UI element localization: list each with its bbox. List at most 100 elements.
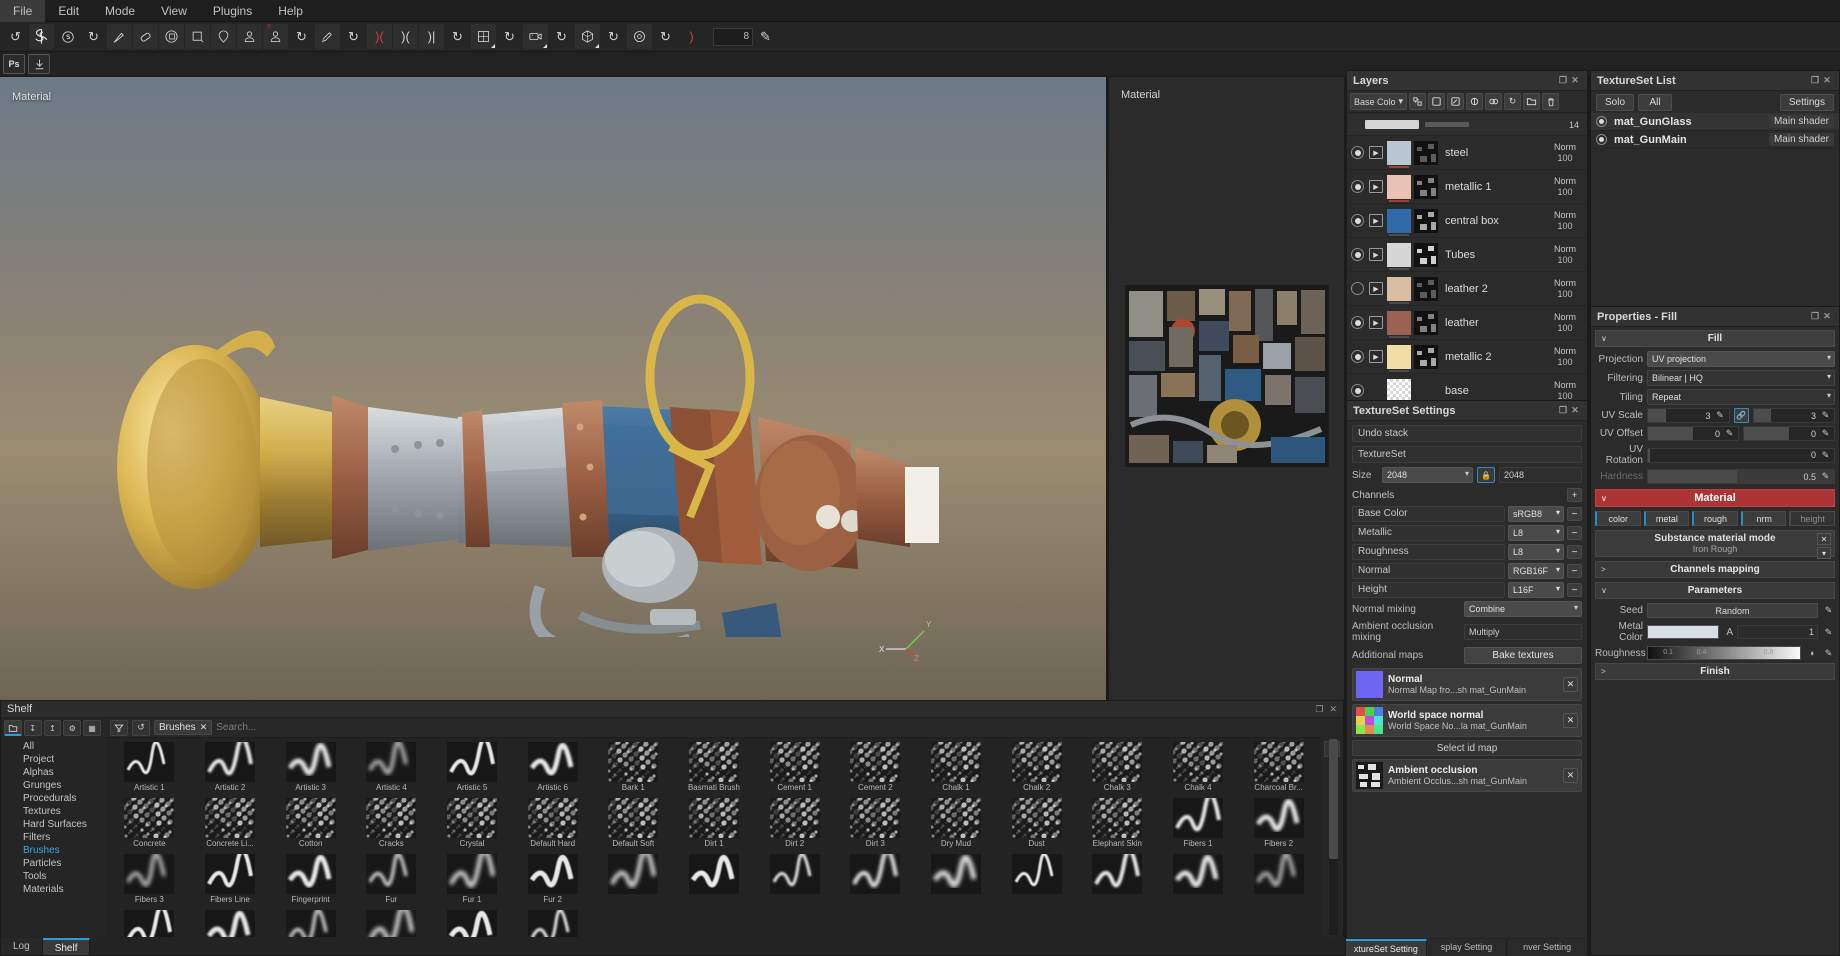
channel-format-combo[interactable]: RGB16F	[1508, 563, 1564, 579]
normal-mixing-combo[interactable]: Combine	[1464, 601, 1582, 617]
shelf-brush-item[interactable]	[1158, 854, 1239, 910]
layer-blend-opacity[interactable]: Norm 100	[1547, 176, 1583, 198]
close-panel-icon[interactable]: ✕	[1821, 75, 1833, 86]
brush-thumbnail[interactable]	[285, 742, 336, 782]
shelf-category-list[interactable]: All Project Alphas Grunges Procedurals Textur…	[1, 738, 104, 896]
layers-list[interactable]: 14 ▶ steel Norm 100 ▶ metallic 1 Norm 100 ▶ centr…	[1347, 114, 1587, 401]
shelf-brush-item[interactable]: Cement 1	[754, 742, 835, 798]
shelf-brush-item[interactable]	[270, 910, 351, 937]
remove-map-icon[interactable]: ✕	[1563, 768, 1578, 783]
edit-icon[interactable]: ✎	[1822, 605, 1835, 616]
brush-thumbnail[interactable]	[608, 854, 659, 894]
float-panel-icon[interactable]: ❐	[1557, 75, 1569, 86]
folder-icon[interactable]	[4, 720, 22, 736]
layer-visibility-toggle[interactable]	[1351, 384, 1364, 397]
picker-icon[interactable]	[315, 24, 340, 49]
brush-thumbnail[interactable]	[1092, 798, 1143, 838]
shelf-brush-item[interactable]: Default Hard	[512, 798, 593, 854]
layer-name[interactable]: Tubes	[1445, 249, 1547, 261]
roughness-gradient[interactable]: 0.1 0.4 0.6 0.8	[1647, 646, 1801, 660]
uv-scale-link-icon[interactable]: 🔗	[1733, 408, 1749, 423]
undo-icon[interactable]: ↺	[3, 24, 28, 49]
color-picker-icon[interactable]: ◑	[1805, 648, 1818, 658]
material-preview-panel[interactable]: Material	[1108, 77, 1344, 701]
brush-thumbnail[interactable]	[124, 854, 175, 894]
textureset-rows[interactable]: mat_GunGlass Main shader mat_GunMain Main s…	[1591, 113, 1839, 149]
layer-clip-row[interactable]: 14	[1347, 114, 1587, 136]
brush-thumbnail[interactable]	[1172, 854, 1223, 894]
camera-icon[interactable]	[523, 24, 548, 49]
close-panel-icon[interactable]: ✕	[1569, 405, 1581, 416]
float-panel-icon[interactable]: ❐	[1809, 311, 1821, 322]
curve-icon[interactable]: )	[679, 24, 704, 49]
brush-thumbnail[interactable]	[608, 798, 659, 838]
channel-format-combo[interactable]: sRGB8	[1508, 506, 1564, 522]
shelf-brush-item[interactable]: Artistic 1	[109, 742, 190, 798]
layer-blend-opacity[interactable]: Norm 100	[1547, 142, 1583, 164]
shelf-category-all[interactable]: All	[1, 740, 104, 753]
shelf-brush-item[interactable]: Fibers Line	[190, 854, 271, 910]
layer-folder-icon[interactable]: ▶	[1369, 316, 1383, 329]
clone-stamp-icon[interactable]	[237, 24, 262, 49]
layer-visibility-toggle[interactable]	[1351, 248, 1364, 261]
textureset-visibility-toggle[interactable]	[1596, 134, 1607, 145]
projection-combo[interactable]: UV projection	[1647, 351, 1835, 367]
close-icon[interactable]: ✕	[200, 722, 208, 733]
brush-thumbnail[interactable]	[527, 798, 578, 838]
shelf-category-textures[interactable]: Textures	[1, 805, 104, 818]
textureset-settings-button[interactable]: Settings	[1779, 93, 1834, 111]
layers-channel-selector[interactable]: Base Colo ▾	[1350, 93, 1408, 110]
bake-icon[interactable]	[471, 24, 496, 49]
layer-folder-icon[interactable]: ▶	[1369, 214, 1383, 227]
shelf-brush-item[interactable]: Bark 1	[593, 742, 674, 798]
redo6-icon[interactable]: ↻	[549, 24, 574, 49]
layer-mask-thumbnail[interactable]	[1414, 208, 1438, 233]
layer-visibility-toggle[interactable]	[1351, 350, 1364, 363]
redo4-icon[interactable]: ↻	[445, 24, 470, 49]
ao-mixing-field[interactable]: Multiply	[1464, 624, 1582, 640]
brush-thumbnail[interactable]	[366, 910, 417, 937]
remove-channel-button[interactable]: −	[1567, 583, 1582, 597]
shelf-brush-item[interactable]: Dirt 2	[754, 798, 835, 854]
shelf-brush-item[interactable]: Chalk 1	[916, 742, 997, 798]
remove-channel-button[interactable]: −	[1567, 507, 1582, 521]
channel-name[interactable]: Normal	[1352, 563, 1505, 579]
size-combo[interactable]: 2048	[1382, 467, 1473, 483]
brush-thumbnail[interactable]	[1011, 798, 1062, 838]
shelf-brush-item[interactable]	[351, 910, 432, 937]
material-channel-chip[interactable]: rough	[1692, 511, 1738, 526]
material-channel-chip[interactable]: metal	[1643, 511, 1690, 526]
shelf-filter-tag[interactable]: Brushes ✕	[154, 720, 213, 735]
shelf-brush-item[interactable]: Artistic 5	[432, 742, 513, 798]
layer-folder-icon[interactable]: ▶	[1369, 180, 1383, 193]
brush-thumbnail[interactable]	[1092, 742, 1143, 782]
brush-thumbnail[interactable]	[527, 854, 578, 894]
close-panel-icon[interactable]: ✕	[1821, 311, 1833, 322]
export-icon[interactable]	[28, 54, 50, 74]
seed-field[interactable]: Random	[1647, 603, 1818, 618]
shelf-brush-item[interactable]	[512, 910, 593, 937]
layer-mask-thumbnail[interactable]	[1414, 276, 1438, 301]
shelf-scrollbar-thumb[interactable]	[1329, 739, 1338, 859]
layer-content-thumbnail[interactable]	[1387, 140, 1411, 168]
menu-item-help[interactable]: Help	[265, 0, 316, 22]
edit-icon[interactable]: ✎	[1822, 648, 1835, 659]
tiling-combo[interactable]: Repeat	[1647, 389, 1835, 405]
polygon-fill-icon[interactable]	[211, 24, 236, 49]
shelf-brush-item[interactable]	[835, 854, 916, 910]
brush-thumbnail[interactable]	[527, 742, 578, 782]
layer-content-thumbnail[interactable]	[1387, 310, 1411, 338]
brush-thumbnail[interactable]	[285, 798, 336, 838]
shelf-brush-item[interactable]	[1238, 854, 1319, 910]
brush-thumbnail[interactable]	[446, 798, 497, 838]
shelf-category-brushes[interactable]: Brushes	[1, 844, 104, 857]
channel-format-combo[interactable]: L8	[1508, 525, 1564, 541]
substance-logo-icon[interactable]	[29, 24, 54, 49]
material-channel-chip[interactable]: height	[1789, 511, 1835, 526]
photoshop-icon[interactable]: Ps	[3, 54, 25, 74]
tab-shelf[interactable]: Shelf	[42, 938, 91, 955]
remove-map-icon[interactable]: ✕	[1563, 677, 1578, 692]
add-effect-icon[interactable]	[1485, 93, 1503, 110]
brush-thumbnail[interactable]	[930, 798, 981, 838]
textureset-row[interactable]: mat_GunMain Main shader	[1591, 131, 1839, 149]
